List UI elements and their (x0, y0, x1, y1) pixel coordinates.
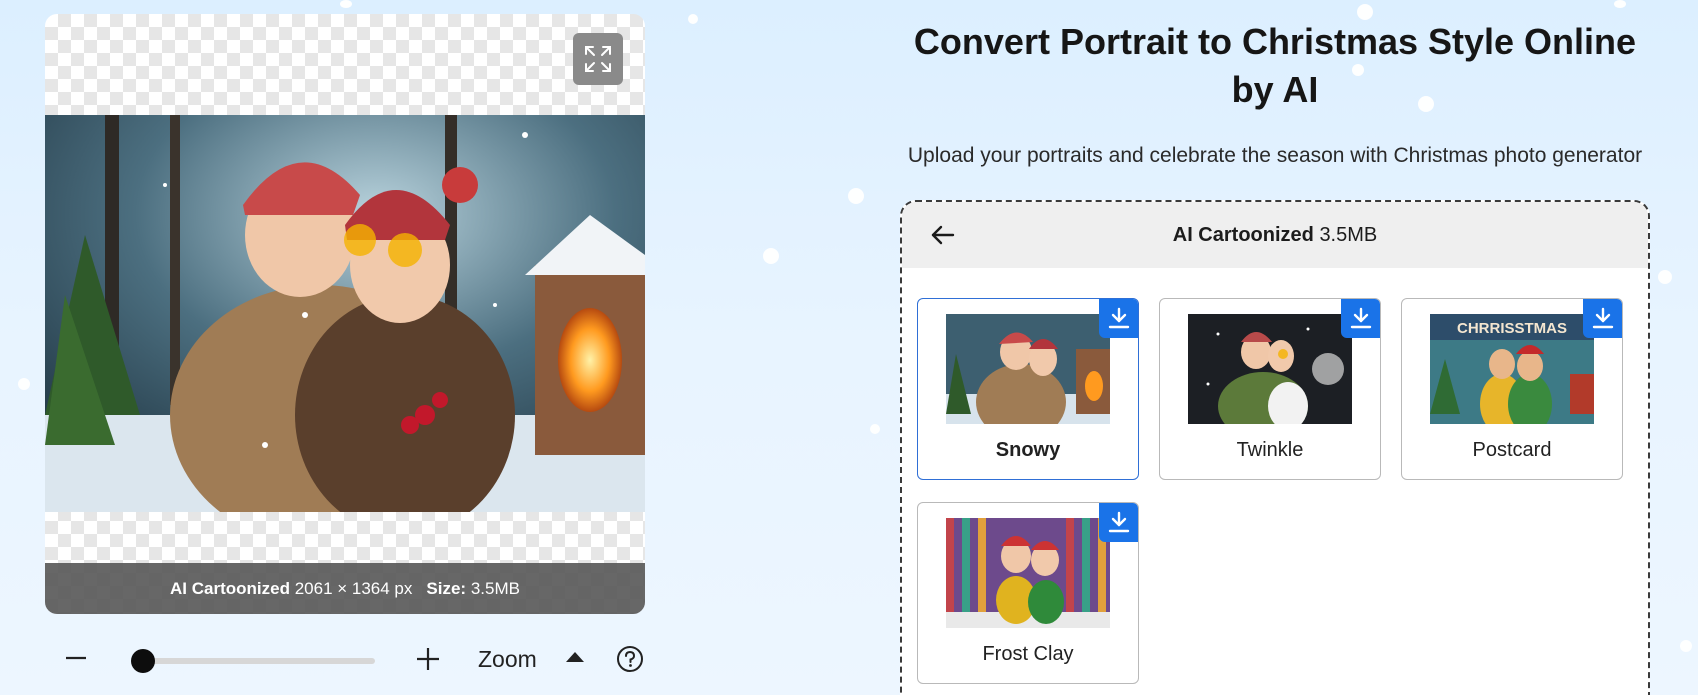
results-header: AI Cartoonized 3.5MB (902, 202, 1648, 268)
download-icon (1350, 307, 1372, 329)
style-thumb-postcard: CHRRISSTMAS (1430, 314, 1594, 424)
zoom-in-button[interactable] (413, 644, 443, 674)
zoom-label: Zoom (478, 646, 537, 672)
download-icon (1108, 511, 1130, 533)
style-card-twinkle[interactable]: Twinkle (1159, 298, 1381, 480)
page-title: Convert Portrait to Christmas Style Onli… (913, 21, 1637, 110)
snowflake (18, 378, 30, 390)
arrow-left-icon (931, 225, 955, 245)
page-subtitle: Upload your portraits and celebrate the … (907, 144, 1643, 167)
caret-up-icon[interactable] (566, 652, 584, 662)
info-mode-label: AI Cartoonized (170, 578, 290, 598)
style-thumb-snowy (946, 314, 1110, 424)
fullscreen-button[interactable] (573, 33, 623, 85)
style-card-postcard[interactable]: CHRRISSTMAS Postcard (1401, 298, 1623, 480)
info-size-label: Size: (426, 578, 467, 598)
cartoonized-preview-image (45, 115, 645, 512)
info-dimensions: 2061 × 1364 px (294, 578, 413, 598)
image-preview: AI Cartoonized 2061 × 1364 px Size: 3.5M… (45, 14, 645, 614)
snowflake (1680, 640, 1692, 652)
zoom-out-button[interactable] (62, 644, 90, 672)
results-panel: AI Cartoonized 3.5MB Snowy Twinkle CHRRI… (900, 200, 1650, 695)
snowflake (688, 14, 698, 24)
zoom-slider-track[interactable] (131, 658, 375, 664)
zoom-slider-thumb[interactable] (131, 649, 156, 673)
download-button[interactable] (1099, 503, 1138, 542)
results-title-size: 3.5MB (1319, 223, 1378, 246)
snowflake (870, 424, 880, 434)
download-icon (1108, 307, 1130, 329)
expand-arrows-icon (585, 46, 611, 72)
zoom-controls: Zoom (45, 640, 645, 680)
results-title-label: AI Cartoonized (1172, 223, 1314, 246)
snowflake (848, 188, 864, 204)
snowflake (763, 248, 779, 264)
back-button[interactable] (930, 222, 956, 248)
snowflake (1614, 0, 1626, 8)
style-label: Frost Clay (982, 643, 1074, 665)
download-button[interactable] (1583, 299, 1622, 338)
image-info-bar: AI Cartoonized 2061 × 1364 px Size: 3.5M… (45, 563, 645, 614)
snowflake (1658, 270, 1672, 284)
download-icon (1592, 307, 1614, 329)
results-title: AI Cartoonized 3.5MB (902, 224, 1648, 247)
style-label: Snowy (995, 439, 1061, 461)
plus-icon (417, 648, 439, 670)
postcard-text: CHRRISSTMAS (1457, 320, 1567, 337)
question-circle-icon (617, 646, 643, 672)
help-button[interactable] (616, 645, 644, 673)
info-size-value: 3.5MB (470, 578, 520, 598)
style-card-frost-clay[interactable]: Frost Clay (917, 502, 1139, 684)
style-card-snowy[interactable]: Snowy (917, 298, 1139, 480)
snowflake (340, 0, 352, 8)
style-label: Twinkle (1236, 439, 1304, 461)
download-button[interactable] (1099, 299, 1138, 338)
download-button[interactable] (1341, 299, 1380, 338)
style-thumb-frost-clay (946, 518, 1110, 628)
style-label: Postcard (1472, 439, 1552, 461)
style-thumb-twinkle (1188, 314, 1352, 424)
